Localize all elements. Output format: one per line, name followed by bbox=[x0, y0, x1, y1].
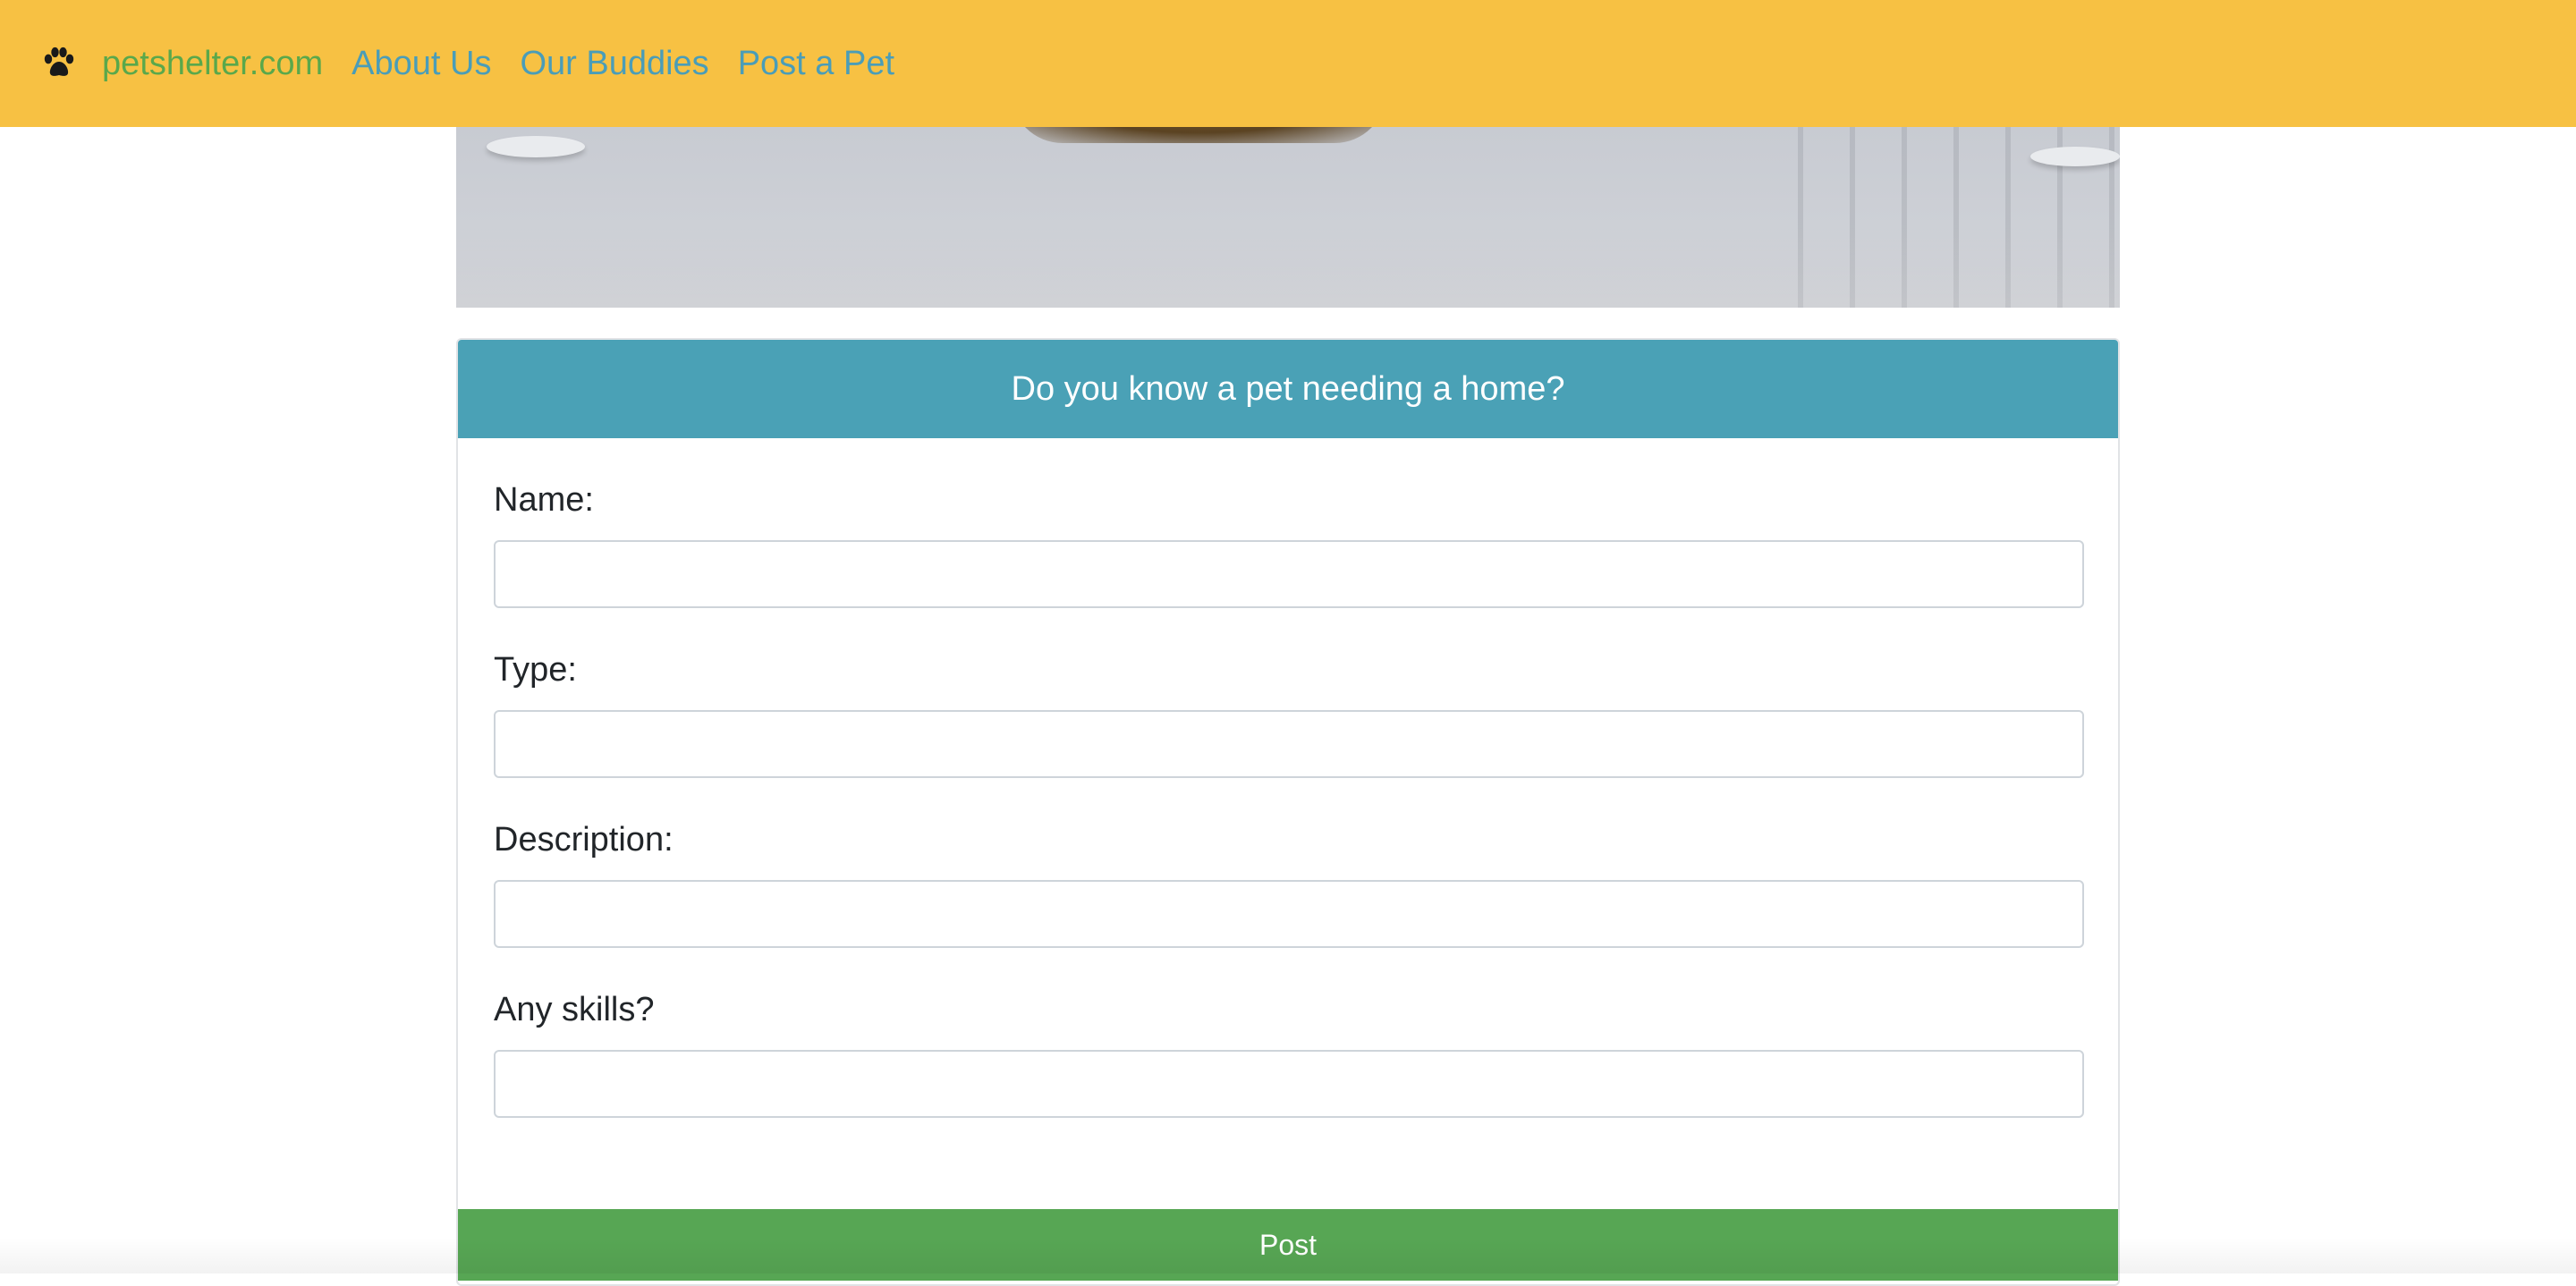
form-body: Name: Type: Description: Any skills? bbox=[458, 438, 2118, 1118]
description-label: Description: bbox=[494, 821, 674, 859]
name-input[interactable] bbox=[494, 540, 2084, 608]
hero-pet-photo bbox=[456, 127, 2120, 308]
name-label: Name: bbox=[494, 481, 594, 519]
brand-link[interactable]: petshelter.com bbox=[102, 45, 323, 83]
skills-input[interactable] bbox=[494, 1050, 2084, 1118]
nav-link-about-us[interactable]: About Us bbox=[352, 45, 491, 83]
nav-link-our-buddies[interactable]: Our Buddies bbox=[520, 45, 708, 83]
floor-reflection bbox=[456, 225, 2120, 308]
nav-link-post-a-pet[interactable]: Post a Pet bbox=[738, 45, 894, 83]
post-button[interactable]: Post bbox=[458, 1209, 2118, 1281]
description-input[interactable] bbox=[494, 880, 2084, 948]
post-pet-form: Do you know a pet needing a home? Name: … bbox=[456, 338, 2120, 1286]
type-label: Type: bbox=[494, 651, 577, 689]
skills-label: Any skills? bbox=[494, 991, 655, 1028]
type-input[interactable] bbox=[494, 710, 2084, 778]
paw-icon bbox=[39, 44, 79, 83]
top-navbar: petshelter.com About Us Our Buddies Post… bbox=[0, 0, 2576, 127]
food-bowl-right bbox=[2030, 147, 2120, 166]
form-header: Do you know a pet needing a home? bbox=[458, 340, 2118, 438]
pet-fur-shape bbox=[1011, 127, 1386, 143]
food-bowl-left bbox=[487, 136, 585, 157]
